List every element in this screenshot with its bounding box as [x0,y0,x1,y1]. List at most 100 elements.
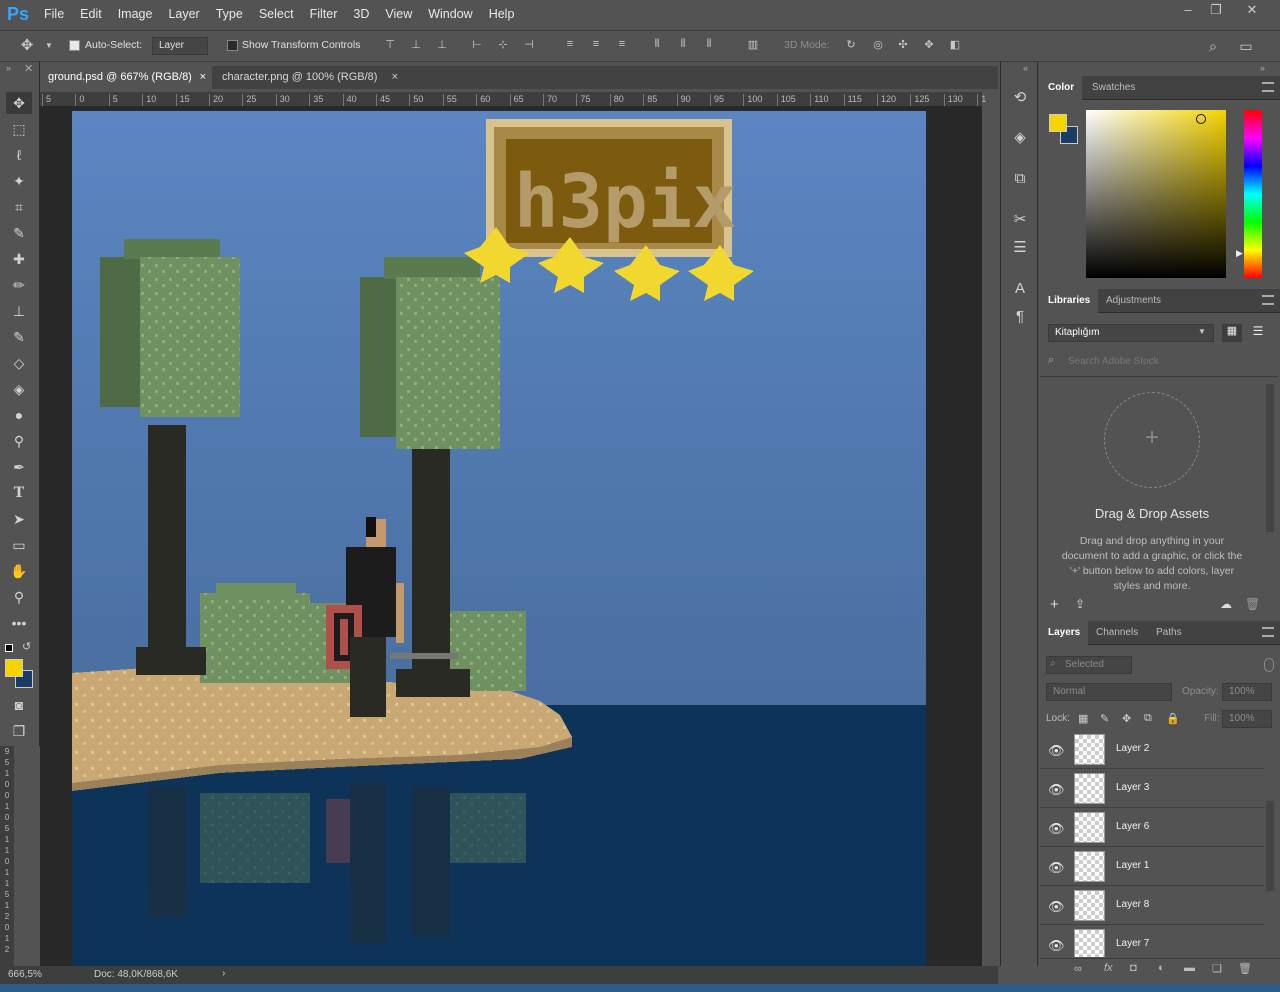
chevron-down-icon[interactable]: ▼ [1198,327,1206,336]
brush-tool-icon[interactable]: ✏ [6,274,32,296]
blur-tool-icon[interactable]: ● [6,404,32,426]
distribute-right-icon[interactable]: ⦀ [702,38,716,52]
hue-slider-handle[interactable]: ▶ [1236,248,1243,259]
pixel-art-canvas[interactable]: h3pix [40,107,982,966]
orbit-3d-icon[interactable]: ↻ [844,38,858,52]
distribute-top-icon[interactable]: ≡ [563,38,577,52]
pen-tool-icon[interactable]: ✒ [6,456,32,478]
layers-scrollbar[interactable] [1266,801,1274,891]
3d-panel-icon[interactable]: ◈ [1010,128,1030,148]
cloud-sync-icon[interactable]: ☁ [1220,597,1232,611]
menu-view[interactable]: View [377,7,420,21]
tab-swatches[interactable]: Swatches [1084,76,1143,100]
eyedropper-icon[interactable]: ✎ [6,222,32,244]
restore-button[interactable]: ❐ [1200,0,1232,22]
expand-panels-icon[interactable]: « [1023,63,1028,73]
visibility-eye-icon[interactable]: 👁 [1048,860,1065,875]
visibility-eye-icon[interactable]: 👁 [1048,938,1065,953]
blend-mode-select[interactable]: Normal [1046,683,1172,701]
lock-position-icon[interactable]: ✥ [1122,712,1131,725]
layer-row[interactable]: 👁 Layer 1 [1040,848,1264,886]
menu-type[interactable]: Type [208,7,251,21]
layer-name[interactable]: Layer 3 [1116,782,1149,793]
hue-slider[interactable] [1244,110,1262,278]
visibility-eye-icon[interactable]: 👁 [1048,821,1065,836]
align-left-icon[interactable]: ⊢ [470,38,484,52]
tool-presets-icon[interactable]: ✂ [1010,210,1030,230]
menu-edit[interactable]: Edit [72,7,110,21]
lock-all-icon[interactable]: 🔒 [1166,712,1180,725]
close-panel-icon[interactable]: ✕ [24,62,33,75]
new-layer-icon[interactable]: ❏ [1212,962,1222,975]
libraries-scrollbar[interactable] [1266,384,1274,532]
grid-view-icon[interactable]: ▦ [1222,324,1242,342]
distribute-hcenter-icon[interactable]: ⦀ [676,38,690,52]
layer-row[interactable]: 👁 Layer 7 [1040,926,1264,957]
add-mask-icon[interactable]: ◘ [1130,962,1137,974]
history-panel-icon[interactable]: ⟲ [1010,88,1030,108]
search-icon[interactable]: ⌕ [1206,38,1220,54]
distribute-left-icon[interactable]: ⦀ [650,38,664,52]
menu-image[interactable]: Image [110,7,161,21]
zoom-level[interactable]: 666,5% [8,969,42,980]
history-brush-icon[interactable]: ✎ [6,326,32,348]
close-window-button[interactable]: ✕ [1236,0,1268,22]
character-panel-icon[interactable]: A [1010,280,1030,300]
fill-input[interactable]: 100% [1222,710,1272,728]
default-colors-icon[interactable] [5,644,13,652]
status-menu-arrow[interactable]: › [222,968,225,979]
visibility-eye-icon[interactable]: 👁 [1048,899,1065,914]
adjustment-layer-icon[interactable]: ◐ [1158,962,1165,974]
filter-toggle[interactable] [1264,658,1274,672]
drop-zone-circle[interactable]: + [1104,392,1200,488]
add-asset-icon[interactable]: + [1050,596,1059,613]
layer-row[interactable]: 👁 Layer 3 [1040,770,1264,808]
lock-pixels-icon[interactable]: ✎ [1100,712,1109,725]
menu-filter[interactable]: Filter [302,7,346,21]
auto-select-checkbox[interactable] [69,40,80,51]
swap-colors-icon[interactable]: ↺ [22,640,31,653]
fx-icon[interactable]: fx [1104,962,1113,974]
move-tool-icon[interactable]: ✥ [20,36,34,54]
trash-icon[interactable]: 🗑 [1245,597,1260,611]
upload-icon[interactable]: ⇪ [1075,597,1085,611]
lasso-tool-icon[interactable]: ℓ [6,144,32,166]
healing-brush-icon[interactable]: ✚ [6,248,32,270]
camera-3d-icon[interactable]: ◧ [948,38,962,52]
tab-color[interactable]: Color [1040,76,1083,100]
auto-select-dropdown[interactable]: Layer [152,37,208,55]
roll-3d-icon[interactable]: ◎ [871,38,885,52]
menu-layer[interactable]: Layer [160,7,207,21]
slide-3d-icon[interactable]: ✥ [922,38,936,52]
list-view-icon[interactable]: ☰ [1248,324,1268,342]
delete-layer-icon[interactable]: 🗑 [1238,962,1252,975]
tab-libraries[interactable]: Libraries [1040,289,1099,313]
collapse-icon[interactable]: » [6,63,11,73]
visibility-eye-icon[interactable]: 👁 [1048,743,1065,758]
paragraph-panel-icon[interactable]: ¶ [1010,308,1030,328]
path-select-icon[interactable]: ➤ [6,508,32,530]
tab-channels[interactable]: Channels [1088,621,1146,645]
link-layers-icon[interactable]: ∞ [1074,963,1082,975]
tab-ground-psd[interactable]: ground.psd @ 667% (RGB/8) × [40,66,212,89]
align-bottom-icon[interactable]: ⊥ [435,38,449,52]
align-vcenter-icon[interactable]: ⊥ [409,38,423,52]
new-group-icon[interactable]: ▬ [1184,962,1195,974]
tab-layers[interactable]: Layers [1040,621,1089,645]
tab-adjustments[interactable]: Adjustments [1098,289,1169,313]
tab-character-png[interactable]: character.png @ 100% (RGB/8) × [214,66,404,89]
layer-name[interactable]: Layer 6 [1116,821,1149,832]
menu-file[interactable]: File [36,7,72,21]
workspace-icon[interactable]: ▭ [1239,38,1253,54]
align-hcenter-icon[interactable]: ⊹ [496,38,510,52]
opacity-input[interactable]: 100% [1222,683,1272,701]
library-select[interactable]: Kitaplığım [1048,324,1214,342]
lock-transparent-icon[interactable]: ▦ [1078,712,1088,725]
panel-menu-icon[interactable] [1262,82,1274,92]
menu-window[interactable]: Window [420,7,480,21]
panel-menu-icon[interactable] [1262,627,1274,637]
screen-mode-icon[interactable]: ❐ [6,720,32,742]
layer-row[interactable]: 👁 Layer 8 [1040,887,1264,925]
hand-tool-icon[interactable]: ✋ [6,560,32,582]
tab-close-icon[interactable]: × [392,66,398,89]
